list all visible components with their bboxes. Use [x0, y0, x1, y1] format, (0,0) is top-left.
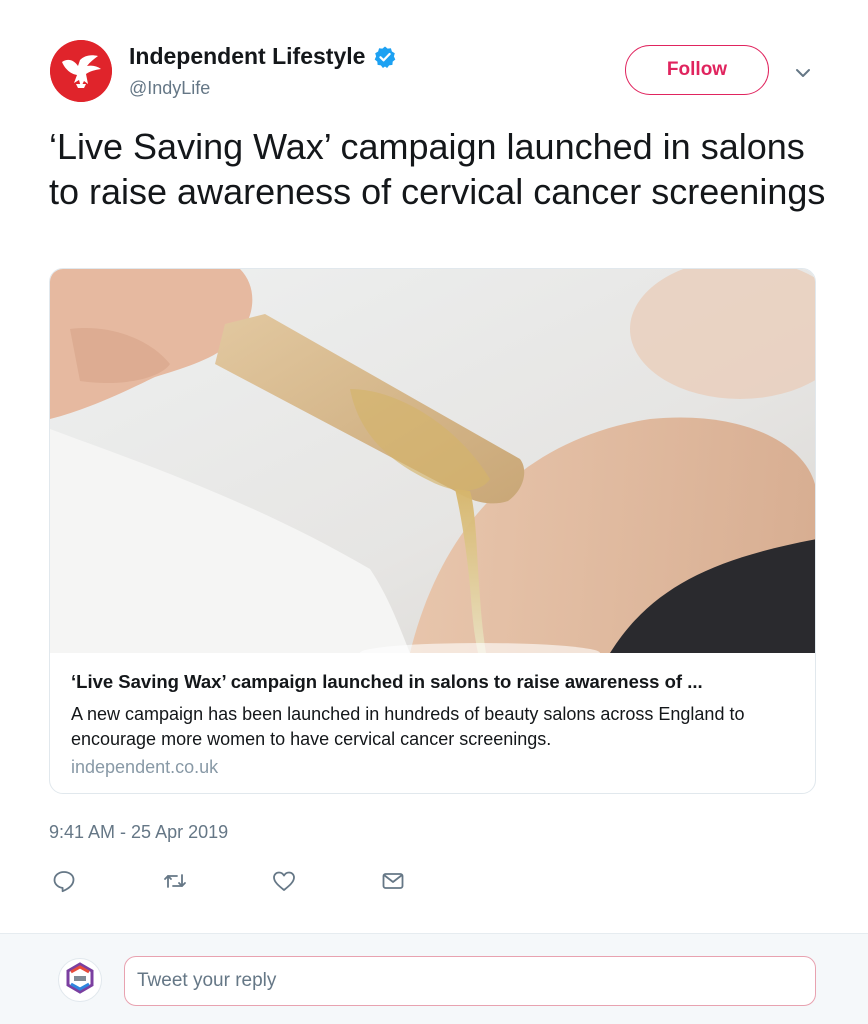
eagle-logo-icon [50, 40, 112, 102]
reply-icon[interactable] [49, 866, 79, 896]
author-name-text[interactable]: Independent Lifestyle [129, 43, 365, 70]
tweet-text: ‘Live Saving Wax’ campaign launched in s… [49, 126, 826, 212]
tweet-timestamp[interactable]: 9:41 AM - 25 Apr 2019 [49, 822, 228, 843]
reply-input[interactable] [124, 956, 816, 1006]
card-description: A new campaign has been launched in hund… [71, 704, 745, 749]
author-name[interactable]: Independent Lifestyle [129, 43, 397, 70]
chevron-down-icon[interactable] [792, 62, 814, 84]
heart-icon[interactable] [269, 866, 299, 896]
author-handle[interactable]: @IndyLife [129, 78, 210, 99]
card-image[interactable] [50, 269, 815, 653]
tweet-actions [49, 866, 449, 896]
link-card[interactable]: ‘Live Saving Wax’ campaign launched in s… [49, 268, 816, 794]
envelope-icon[interactable] [378, 866, 408, 896]
reply-bar [0, 934, 868, 1024]
user-avatar[interactable] [58, 958, 102, 1002]
author-avatar[interactable] [50, 40, 112, 102]
follow-button[interactable]: Follow [625, 45, 769, 95]
retweet-icon[interactable] [160, 866, 190, 896]
verified-badge-icon [373, 45, 397, 69]
card-title[interactable]: ‘Live Saving Wax’ campaign launched in s… [71, 671, 796, 693]
card-domain[interactable]: independent.co.uk [71, 757, 218, 778]
